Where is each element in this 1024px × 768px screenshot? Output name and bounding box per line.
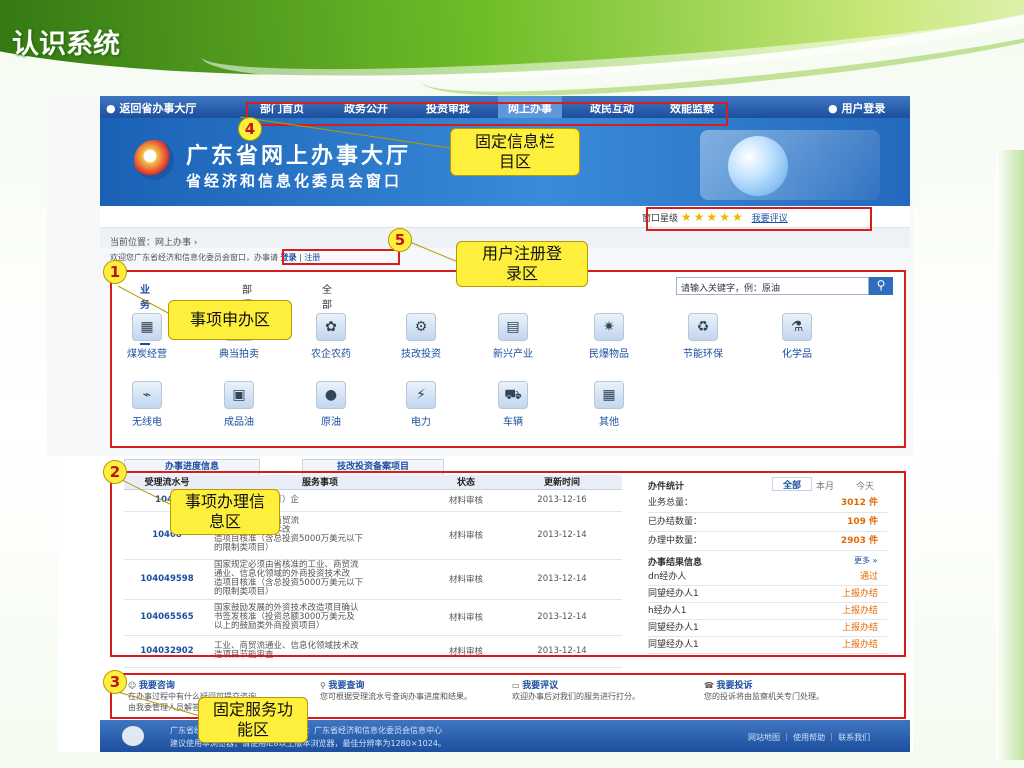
badge-4: 4 xyxy=(238,117,262,141)
callout-user-login: 用户注册登 录区 xyxy=(456,241,588,287)
callout-info-columns: 固定信息栏 目区 xyxy=(450,128,580,176)
badge-1: 1 xyxy=(103,260,127,284)
callout-connectors xyxy=(117,116,459,717)
badge-5: 5 xyxy=(388,228,412,252)
badge-2: 2 xyxy=(103,460,127,484)
badge-3: 3 xyxy=(103,670,127,694)
callout-service-area: 固定服务功 能区 xyxy=(198,697,308,743)
callout-progress-area: 事项办理信 息区 xyxy=(170,489,280,535)
callout-apply-area: 事项申办区 xyxy=(168,300,292,340)
